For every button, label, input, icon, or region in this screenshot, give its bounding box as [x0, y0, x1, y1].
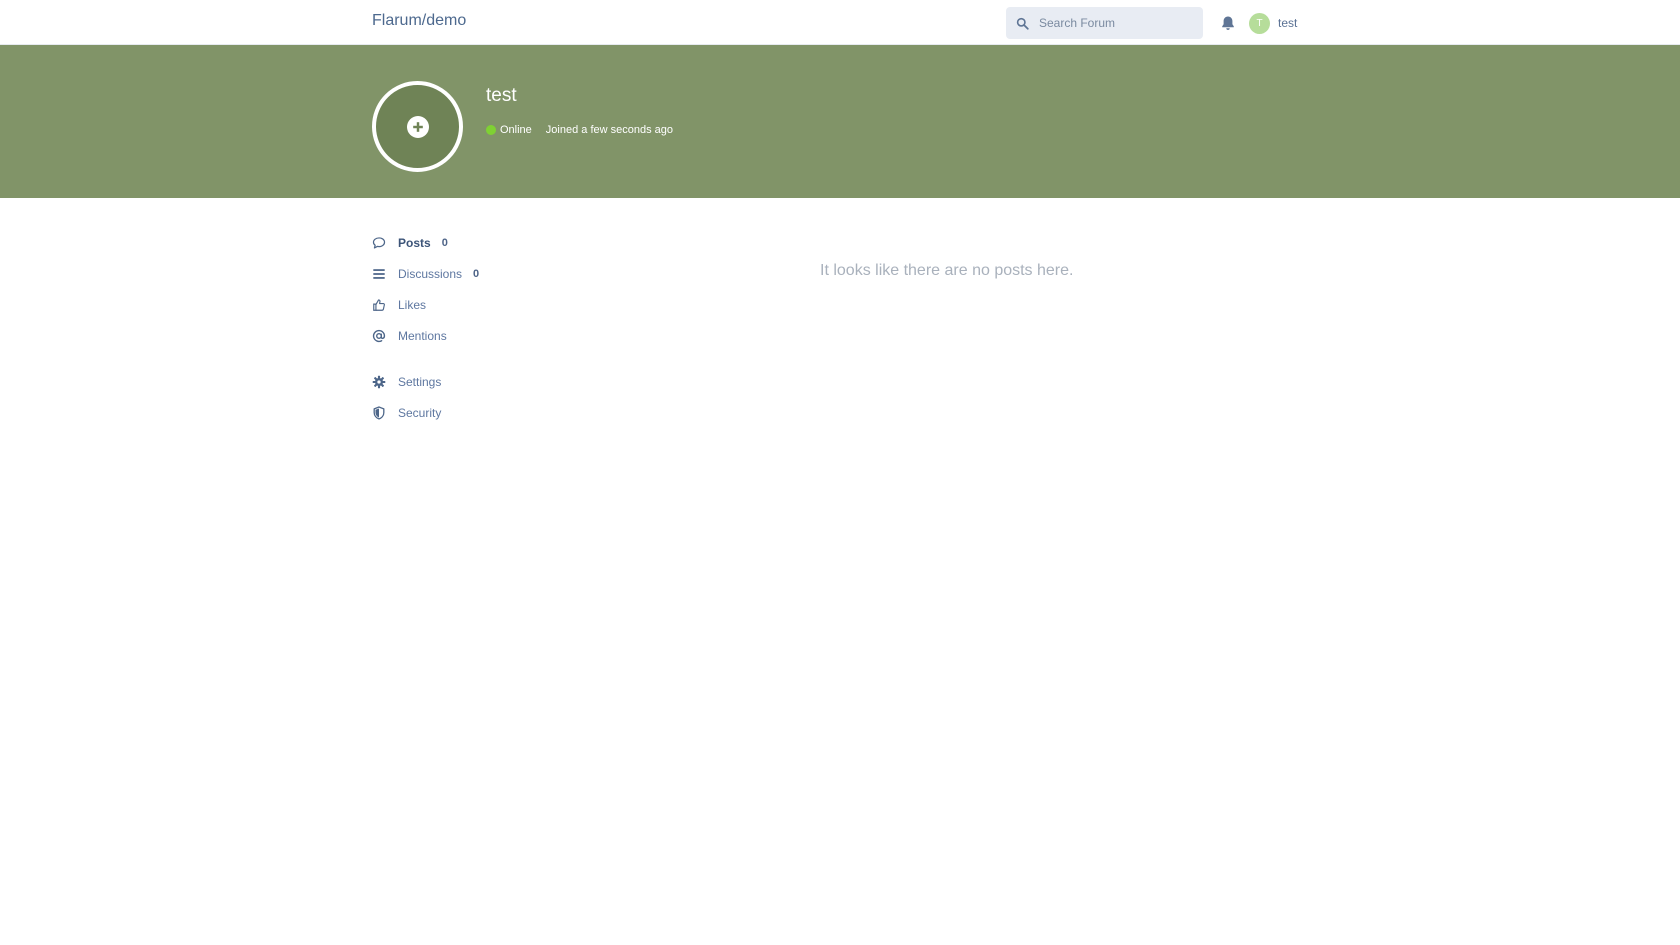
profile-meta: Online Joined a few seconds ago: [486, 124, 673, 136]
user-hero: test Online Joined a few seconds ago: [0, 45, 1680, 198]
profile-username: test: [486, 85, 517, 106]
nav-item-posts[interactable]: Posts 0: [372, 227, 572, 258]
nav-item-likes[interactable]: Likes: [372, 289, 572, 320]
nav-item-settings[interactable]: Settings: [372, 366, 572, 397]
session-dropdown[interactable]: T test: [1249, 12, 1298, 34]
nav-label-mentions: Mentions: [398, 328, 447, 343]
avatar-upload-button[interactable]: [372, 81, 463, 172]
joined-text: Joined a few seconds ago: [545, 124, 673, 136]
plus-circle-icon: [406, 115, 429, 138]
gear-icon: [372, 375, 386, 388]
nav-divider: [372, 351, 572, 366]
nav-label-security: Security: [398, 405, 442, 420]
nav-label-discussions: Discussions: [398, 266, 463, 281]
search-input[interactable]: [1037, 15, 1197, 31]
session-username: test: [1278, 16, 1298, 30]
search-icon: [1016, 17, 1029, 30]
online-status-text: Online: [500, 124, 532, 136]
nav-item-mentions[interactable]: Mentions: [372, 320, 572, 351]
list-icon: [373, 268, 385, 279]
at-icon: [372, 329, 386, 342]
forum-brand-link[interactable]: Flarum/demo: [372, 12, 466, 30]
nav-label-likes: Likes: [398, 297, 427, 312]
header: Flarum/demo T test: [0, 0, 1680, 45]
nav-item-discussions[interactable]: Discussions 0: [372, 258, 572, 289]
bell-icon[interactable]: [1220, 15, 1236, 31]
nav-label-posts: Posts: [398, 235, 431, 250]
nav-label-settings: Settings: [398, 374, 442, 389]
comment-icon: [372, 236, 386, 249]
nav-item-security[interactable]: Security: [372, 397, 572, 428]
empty-posts-message: It looks like there are no posts here.: [820, 262, 1074, 279]
shield-icon: [373, 405, 385, 420]
online-status-icon: [486, 125, 496, 135]
nav-count-posts: 0: [441, 236, 448, 249]
profile-nav: Posts 0 Discussions 0 Likes Mentions Set…: [372, 227, 572, 428]
avatar: T: [1249, 12, 1270, 34]
thumbs-up-icon: [373, 298, 385, 311]
nav-count-discussions: 0: [473, 267, 480, 280]
search-box[interactable]: [1006, 7, 1203, 39]
